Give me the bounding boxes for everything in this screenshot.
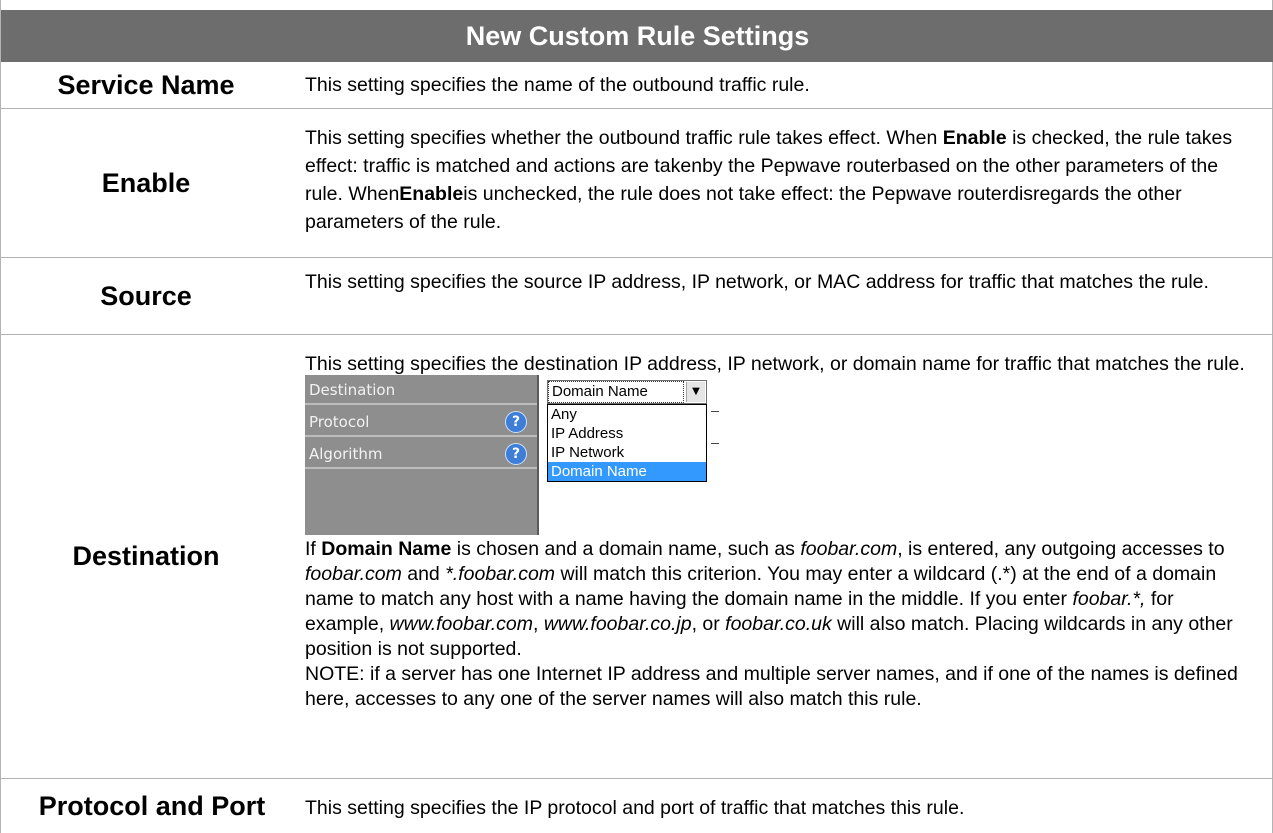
destination-screenshot: Destination Protocol? Algorithm? Domain … — [305, 375, 785, 535]
row-destination: Destination This setting specifies the d… — [1, 335, 1273, 779]
field-protocol: Protocol? — [305, 407, 537, 437]
field-destination-label: Destination — [309, 381, 396, 399]
option-any[interactable]: Any — [548, 405, 706, 424]
row-source: Source This setting specifies the source… — [1, 258, 1273, 335]
help-icon[interactable]: ? — [505, 443, 527, 465]
field-destination: Destination — [305, 375, 537, 405]
divider — [711, 411, 719, 412]
label-destination: Destination — [72, 541, 220, 571]
example-domain: www.foobar.co.jp — [543, 613, 692, 635]
desc-destination: This setting specifies the destination I… — [305, 352, 1256, 712]
example-domain: *.foobar.com — [445, 563, 556, 585]
destination-note: NOTE: if a server has one Internet IP ad… — [305, 663, 1238, 710]
label-service-name: Service Name — [57, 69, 235, 100]
desc-service-name: This setting specifies the name of the o… — [305, 74, 810, 96]
text: This setting specifies whether the outbo… — [305, 127, 943, 149]
example-domain: foobar.co.uk — [725, 613, 832, 635]
text: If — [305, 538, 322, 560]
destination-select-value: Domain Name — [548, 381, 684, 403]
screenshot-field-labels: Destination Protocol? Algorithm? — [305, 375, 537, 535]
label-enable: Enable — [101, 167, 191, 198]
row-service-name: Service Name This setting specifies the … — [1, 62, 1273, 109]
desc-enable: This setting specifies whether the outbo… — [305, 124, 1256, 236]
destination-dropdown: Any IP Address IP Network Domain Name — [547, 404, 707, 482]
label-source: Source — [100, 280, 192, 311]
option-ip-address[interactable]: IP Address — [548, 424, 706, 443]
text: , — [532, 613, 544, 635]
option-domain-name[interactable]: Domain Name — [548, 462, 706, 481]
destination-intro: This setting specifies the destination I… — [305, 353, 1245, 375]
divider — [711, 443, 719, 444]
text: , is entered, any outgoing accesses to — [897, 538, 1225, 560]
destination-select[interactable]: Domain Name ▼ — [547, 380, 707, 404]
desc-source: This setting specifies the source IP add… — [305, 271, 1209, 293]
chevron-down-icon[interactable]: ▼ — [686, 382, 705, 402]
settings-table: New Custom Rule Settings Service Name Th… — [0, 0, 1273, 833]
text: is chosen and a domain name, such as — [451, 538, 801, 560]
example-domain: foobar.com — [800, 538, 898, 560]
field-algorithm: Algorithm? — [305, 439, 537, 469]
desc-protocol-port: This setting specifies the IP protocol a… — [305, 797, 965, 819]
label-protocol-port: Protocol and Port — [38, 790, 266, 821]
table-title: New Custom Rule Settings — [1, 10, 1273, 62]
text: , or — [691, 613, 726, 635]
bold-term: Domain Name — [321, 538, 452, 560]
bold-term: Enable — [399, 183, 464, 205]
example-domain: foobar.com — [305, 563, 402, 585]
bold-term: Enable — [942, 127, 1007, 149]
table-title-text: New Custom Rule Settings — [465, 20, 810, 51]
row-protocol-port: Protocol and Port This setting specifies… — [1, 779, 1273, 833]
field-algorithm-label: Algorithm — [309, 445, 383, 463]
row-enable: Enable This setting specifies whether th… — [1, 109, 1273, 258]
destination-domain-explanation: If Domain Name is chosen and a domain na… — [305, 537, 1256, 662]
help-icon[interactable]: ? — [505, 411, 527, 433]
text: and — [401, 563, 446, 585]
screenshot-value-column: Domain Name ▼ Any IP Address IP Network … — [539, 375, 785, 535]
example-domain: www.foobar.com — [389, 613, 533, 635]
field-protocol-label: Protocol — [309, 413, 370, 431]
option-ip-network[interactable]: IP Network — [548, 443, 706, 462]
example-domain: foobar.*, — [1072, 588, 1146, 610]
